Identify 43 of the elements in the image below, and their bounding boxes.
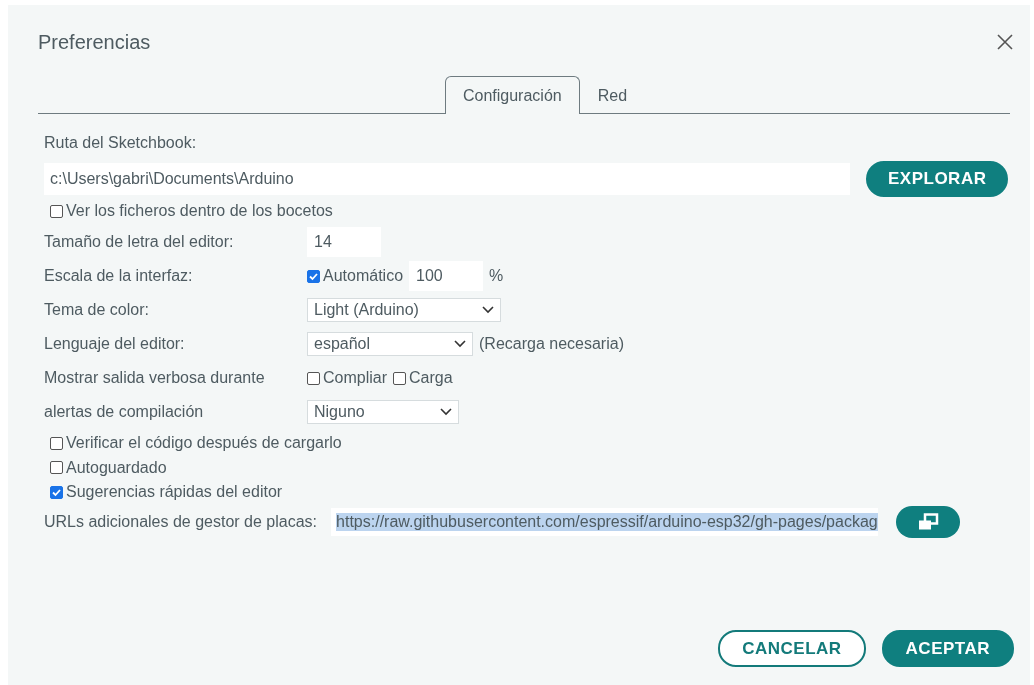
- caret-icon: [440, 408, 452, 416]
- checkbox-label: Automático: [323, 267, 404, 285]
- tab[interactable]: Configuración: [444, 76, 580, 114]
- checkbox[interactable]: [50, 485, 63, 499]
- setting-label: Tamaño de letra del editor:: [44, 233, 235, 251]
- tab[interactable]: Red: [579, 76, 646, 114]
- checkbox-label: Carga: [409, 369, 453, 387]
- checkbox-label: Ver los ficheros dentro de los bocetos: [66, 202, 333, 220]
- urls-field[interactable]: https://raw.githubusercontent.com/espressif/arduino-esp32/gh-pages/packag: [331, 507, 878, 536]
- dialog-title: Preferencias: [38, 31, 151, 54]
- cancel-button[interactable]: CANCELAR: [718, 630, 866, 667]
- checkbox[interactable]: [307, 269, 320, 283]
- caret-icon: [454, 340, 466, 348]
- accept-button[interactable]: ACEPTAR: [881, 630, 1014, 667]
- setting-label: Mostrar salida verbosa durante: [44, 369, 266, 387]
- checkbox-label: Sugerencias rápidas del editor: [66, 483, 283, 502]
- setting-label: Tema de color:: [44, 301, 150, 319]
- setting-label: Escala de la interfaz:: [44, 267, 194, 285]
- checkbox-label: Verificar el código después de cargarlo: [66, 434, 342, 453]
- sketchbook-label: Ruta del Sketchbook:: [44, 134, 197, 152]
- open-window-button[interactable]: [895, 505, 960, 538]
- font-size-field[interactable]: 14: [307, 227, 381, 257]
- percent-label: %: [489, 267, 504, 285]
- caret-icon: [482, 306, 494, 314]
- scale-field[interactable]: 100: [409, 261, 484, 291]
- checkbox-label: Compliar: [323, 369, 387, 387]
- browse-button[interactable]: EXPLORAR: [866, 161, 1009, 197]
- checkbox[interactable]: [393, 371, 406, 385]
- checkbox-label: Autoguardado: [66, 458, 167, 477]
- checkbox[interactable]: [50, 461, 63, 475]
- close-icon[interactable]: [996, 33, 1014, 51]
- setting-label: alertas de compilación: [44, 403, 205, 421]
- dropdown[interactable]: Niguno: [307, 400, 459, 424]
- setting-label: Lenguaje del editor:: [44, 335, 186, 353]
- checkbox[interactable]: [50, 204, 63, 218]
- dropdown[interactable]: Light (Arduino): [307, 298, 501, 322]
- sketchbook-path-field[interactable]: c:\Users\gabri\Documents\Arduino: [44, 163, 850, 195]
- urls-label: URLs adicionales de gestor de placas:: [44, 512, 318, 531]
- note-text: (Recarga necesaria): [479, 335, 624, 353]
- checkbox[interactable]: [307, 371, 320, 385]
- checkbox[interactable]: [50, 436, 63, 450]
- dropdown[interactable]: español: [307, 332, 473, 356]
- windows-icon: [916, 512, 939, 531]
